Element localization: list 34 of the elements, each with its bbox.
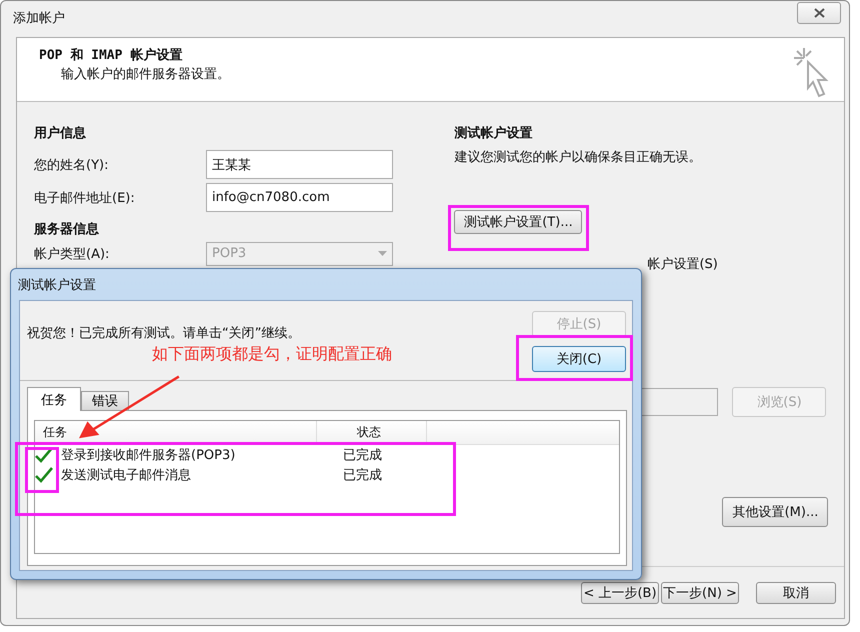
header-title: POP 和 IMAP 帐户设置 — [39, 46, 184, 64]
task-status: 已完成 — [343, 447, 382, 464]
task-name: 登录到接收邮件服务器(POP3) — [61, 447, 236, 464]
checkbox-label[interactable]: 帐户设置(S) — [647, 255, 844, 273]
tab[interactable]: 任务 — [27, 387, 81, 411]
close-button[interactable] — [797, 2, 841, 24]
task-name: 发送测试电子邮件消息 — [61, 467, 191, 484]
annotation-note: 如下面两项都是勾，证明配置正确 — [152, 344, 392, 365]
test-settings-button[interactable]: 测试帐户设置(T)... — [454, 210, 582, 234]
description-text: 建议您测试您的帐户以确保条目正确无误。 — [454, 149, 702, 166]
more-settings-button[interactable]: 其他设置(M)... — [722, 497, 828, 527]
dialog-title: 测试帐户设置 — [18, 276, 96, 294]
text-field[interactable]: 王某某 — [206, 150, 393, 179]
text-field[interactable]: info@cn7080.com — [206, 183, 393, 212]
status-message: 祝贺您！已完成所有测试。请单击“关闭”继续。 — [27, 325, 300, 342]
next-button[interactable]: 下一步(N) > — [661, 582, 739, 604]
task-status: 已完成 — [343, 467, 382, 484]
close-icon — [814, 8, 824, 18]
column-header[interactable]: 状态 — [317, 421, 427, 444]
field-label: 帐户类型(A): — [34, 246, 110, 262]
header-subtitle: 输入帐户的邮件服务器设置。 — [61, 66, 230, 83]
section-heading: 测试帐户设置 — [454, 124, 534, 142]
cancel-button[interactable]: 取消 — [756, 582, 836, 604]
caret-icon — [378, 251, 387, 256]
field-label: 电子邮件地址(E): — [34, 190, 136, 206]
section-heading: 用户信息 — [34, 124, 87, 142]
cursor-sparkle-icon — [792, 46, 830, 98]
section-heading: 服务器信息 — [34, 221, 100, 238]
close-dialog-button[interactable]: 关闭(C) — [532, 346, 626, 372]
back-button[interactable]: < 上一步(B) — [581, 582, 659, 604]
field-label: 您的姓名(Y): — [34, 156, 110, 174]
text-field[interactable] — [640, 388, 718, 416]
window-title: 添加帐户 — [13, 10, 65, 27]
tab[interactable]: 错误 — [81, 391, 129, 411]
